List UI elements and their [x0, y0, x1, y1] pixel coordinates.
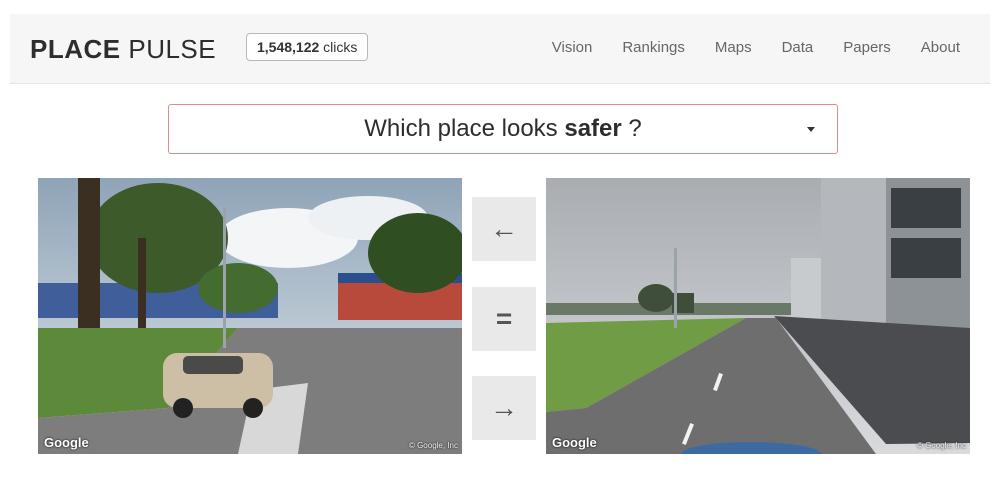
- question-suffix: ?: [621, 115, 642, 142]
- question-attribute: safer: [564, 115, 622, 142]
- nav-maps[interactable]: Maps: [715, 39, 752, 56]
- brand-logo[interactable]: PLACE PULSE: [30, 34, 216, 65]
- vote-right-button[interactable]: →: [472, 376, 536, 440]
- question-select[interactable]: Which place looks safer ?: [168, 104, 838, 154]
- clicks-counter-badge: 1,548,122 clicks: [246, 33, 369, 61]
- equal-icon: =: [495, 303, 513, 334]
- vote-equal-button[interactable]: =: [472, 287, 536, 351]
- google-copyright: © Google, Inc: [916, 441, 966, 450]
- clicks-count: 1,548,122: [257, 39, 320, 55]
- nav-about[interactable]: About: [921, 39, 960, 56]
- arrow-right-icon: →: [490, 392, 518, 423]
- nav-rankings[interactable]: Rankings: [622, 39, 685, 56]
- nav-data[interactable]: Data: [782, 39, 814, 56]
- google-logo: Google: [552, 435, 597, 450]
- vote-left-button[interactable]: ←: [472, 197, 536, 261]
- brand-bold: PLACE: [30, 34, 121, 64]
- nav-papers[interactable]: Papers: [843, 39, 891, 56]
- brand-light: PULSE: [120, 34, 217, 64]
- arrow-left-icon: ←: [490, 213, 518, 244]
- navbar: PLACE PULSE 1,548,122 clicks Vision Rank…: [10, 14, 990, 84]
- clicks-label: clicks: [319, 39, 358, 55]
- question-prefix: Which place looks: [364, 115, 565, 142]
- left-street-image[interactable]: Google © Google, Inc: [38, 178, 462, 454]
- nav-vision[interactable]: Vision: [552, 39, 593, 56]
- google-copyright: © Google, Inc: [408, 441, 458, 450]
- google-logo: Google: [44, 435, 89, 450]
- caret-down-icon: [807, 127, 815, 132]
- nav-links: Vision Rankings Maps Data Papers About: [552, 39, 960, 56]
- right-street-image[interactable]: Google © Google, Inc: [546, 178, 970, 454]
